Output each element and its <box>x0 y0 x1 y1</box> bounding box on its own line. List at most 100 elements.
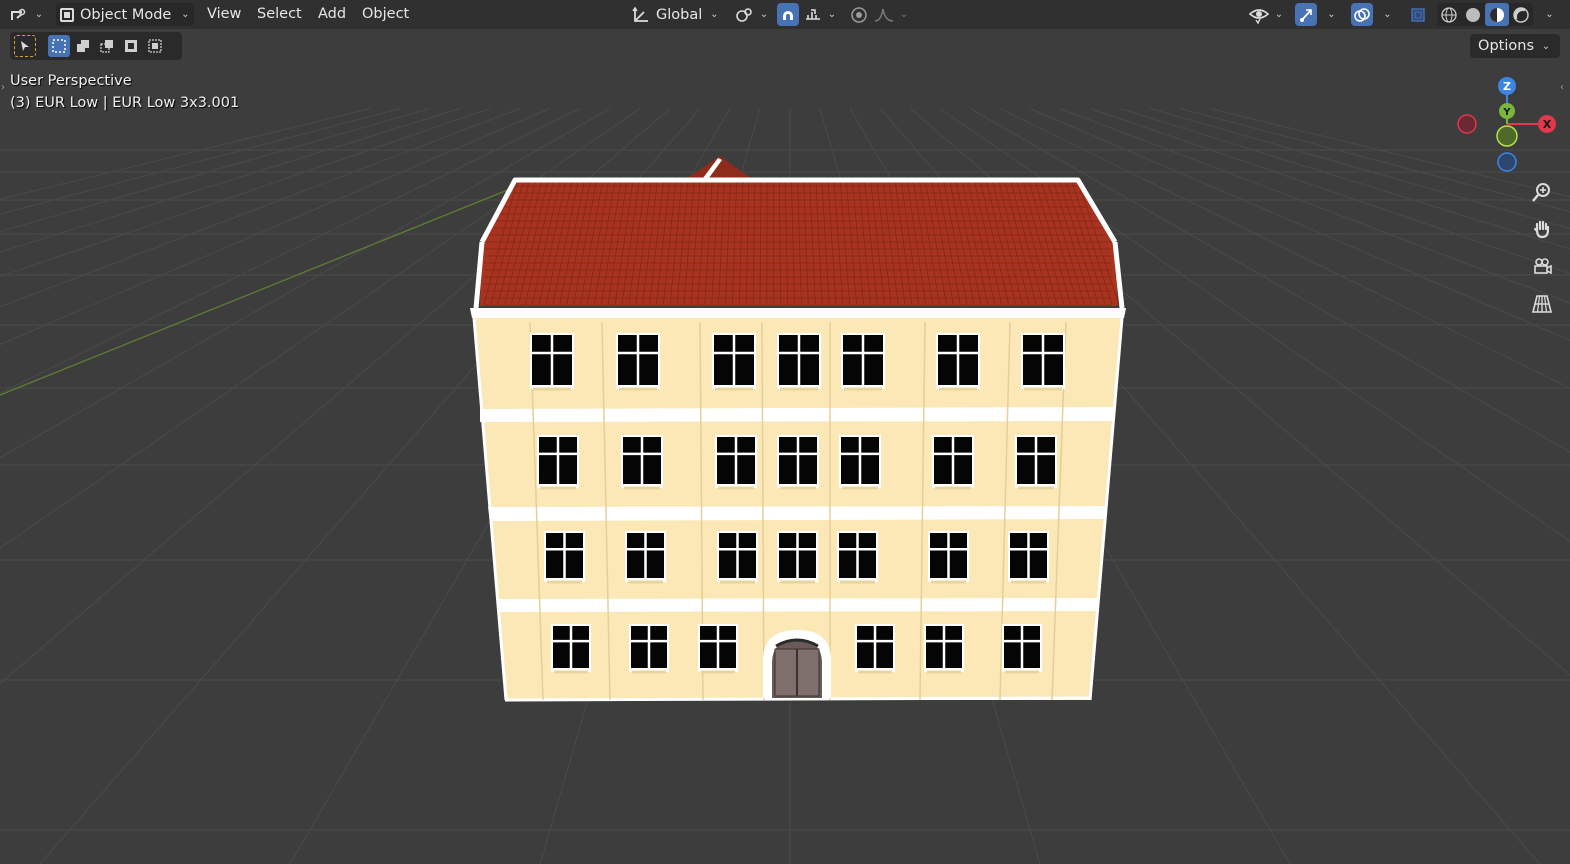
window <box>855 624 895 674</box>
gizmo-neg-z <box>1497 152 1517 172</box>
window <box>717 531 758 584</box>
window <box>698 624 738 674</box>
shading-rendered-icon <box>1513 6 1529 23</box>
window <box>1008 531 1049 584</box>
pivot-icon <box>736 7 752 22</box>
entrance-door <box>763 630 831 698</box>
select-new-icon <box>52 39 66 53</box>
window <box>537 435 579 490</box>
options-dropdown[interactable]: Options ⌄ <box>1470 34 1560 58</box>
chevron-down-icon: ⌄ <box>827 9 837 20</box>
window <box>712 333 756 391</box>
camera-view-button[interactable] <box>1526 251 1558 283</box>
shading-solid-button[interactable] <box>1461 6 1485 24</box>
visibility-icon <box>1248 8 1270 24</box>
select-intersect-icon <box>148 39 162 53</box>
window <box>777 435 819 490</box>
gizmo-dropdown[interactable]: ⌄ <box>1319 3 1341 26</box>
window <box>928 531 969 584</box>
chevron-down-icon: ⌄ <box>1274 9 1284 20</box>
pan-button[interactable] <box>1526 213 1558 245</box>
falloff-icon <box>874 8 894 22</box>
window <box>1015 435 1057 490</box>
chevron-down-icon: ⌄ <box>1383 9 1392 20</box>
shading-wireframe-button[interactable] <box>1437 6 1461 24</box>
xray-icon <box>1411 7 1425 22</box>
chevron-down-icon: ⌄ <box>34 9 44 20</box>
chevron-left-icon[interactable]: ‹ <box>1560 82 1564 93</box>
cursor-arrow-icon <box>21 41 29 51</box>
window <box>544 531 585 584</box>
shading-material-button[interactable] <box>1485 3 1509 26</box>
gizmo-z-label: Z <box>1503 80 1511 93</box>
shading-mode-group <box>1437 3 1533 26</box>
select-mode-extend[interactable] <box>72 35 94 57</box>
transform-orientation-dropdown[interactable]: Global ⌄ <box>628 3 724 26</box>
window <box>841 333 885 391</box>
window <box>616 333 660 391</box>
select-mode-invert[interactable] <box>120 35 142 57</box>
select-mode-subtract[interactable] <box>96 35 118 57</box>
select-mode-intersect[interactable] <box>144 35 166 57</box>
chevron-down-icon: ⌄ <box>710 9 719 20</box>
tool-settings-row <box>10 32 182 60</box>
editor-type-button[interactable]: ⌄ <box>8 3 48 26</box>
chevron-right-icon[interactable]: › <box>1 82 5 93</box>
select-mode-new[interactable] <box>48 35 70 57</box>
falloff-dropdown[interactable]: ⌄ <box>873 3 911 26</box>
mode-selector[interactable]: Object Mode ⌄ <box>56 3 194 26</box>
window <box>777 333 821 391</box>
shading-dropdown[interactable]: ⌄ <box>1537 3 1559 26</box>
window <box>932 435 974 490</box>
shading-solid-icon <box>1466 7 1480 22</box>
overlay-toggle[interactable] <box>1351 3 1373 26</box>
window <box>621 435 663 490</box>
editor-type-icon <box>11 8 26 20</box>
viewport-3d[interactable]: Z Y X <box>0 0 1570 864</box>
menu-add[interactable]: Add <box>312 3 352 26</box>
window <box>777 531 818 584</box>
gizmo-toggle[interactable] <box>1295 3 1317 26</box>
chevron-down-icon: ⌄ <box>1541 40 1551 52</box>
menu-view[interactable]: View <box>201 3 247 26</box>
chevron-down-icon: ⌄ <box>759 9 769 20</box>
overlay-dropdown[interactable]: ⌄ <box>1375 3 1397 26</box>
menu-object[interactable]: Object <box>356 3 415 26</box>
window <box>837 531 878 584</box>
snap-increment-icon <box>806 8 820 20</box>
perspective-toggle-button[interactable] <box>1526 288 1558 320</box>
view-name-label: User Perspective <box>10 73 132 89</box>
proportional-edit-toggle[interactable] <box>848 3 870 26</box>
options-label: Options <box>1478 38 1534 54</box>
pivot-point-dropdown[interactable]: ⌄ <box>733 3 771 26</box>
zoom-button[interactable] <box>1526 176 1558 208</box>
roof <box>480 180 1118 306</box>
select-extend-icon <box>77 40 89 52</box>
xray-toggle[interactable] <box>1407 3 1429 26</box>
chevron-down-icon: ⌄ <box>1545 9 1554 20</box>
shading-wireframe-icon <box>1441 6 1457 23</box>
window <box>924 624 964 674</box>
window <box>715 435 757 490</box>
gizmo-y-label: Y <box>1502 107 1511 118</box>
select-tool-button[interactable] <box>14 35 36 57</box>
snap-icon <box>783 10 793 20</box>
orientation-label: Global <box>656 6 703 23</box>
visibility-dropdown[interactable]: ⌄ <box>1248 3 1286 26</box>
gizmo-x-label: X <box>1543 118 1552 131</box>
proportional-edit-icon <box>851 6 867 23</box>
mode-label: Object Mode <box>80 6 172 23</box>
building-model <box>470 156 1126 702</box>
snap-target-dropdown[interactable]: ⌄ <box>803 3 839 26</box>
grid-perspective-icon <box>1531 295 1553 313</box>
shading-rendered-button[interactable] <box>1509 6 1533 24</box>
menu-select[interactable]: Select <box>251 3 308 26</box>
snap-toggle[interactable] <box>777 3 799 26</box>
window <box>936 333 980 391</box>
window <box>551 624 591 674</box>
camera-icon <box>1534 258 1552 275</box>
select-subtract-icon <box>100 40 113 53</box>
window <box>530 333 574 391</box>
window <box>629 624 669 674</box>
shading-material-icon <box>1490 7 1504 22</box>
